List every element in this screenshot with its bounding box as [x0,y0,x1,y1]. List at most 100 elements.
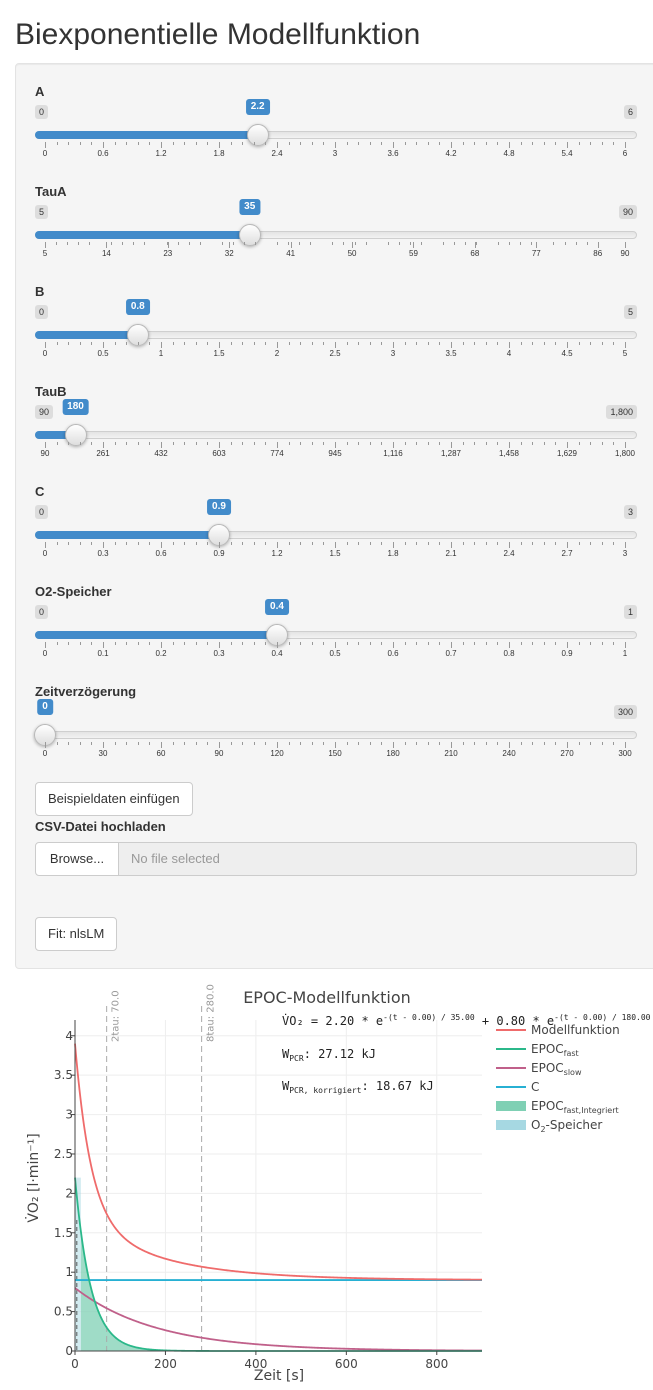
slider-minor-tick [520,742,522,745]
slider-minor-tick [300,442,302,445]
slider-minor-tick [149,742,151,745]
slider-minor-tick [172,642,174,645]
slider-minor-tick [311,342,313,345]
slider-minor-tick [288,742,290,745]
slider-track[interactable] [35,431,637,439]
slider-tick [393,142,394,148]
slider-minor-tick [358,142,360,145]
slider-minor-tick [601,642,603,645]
slider-tick-label: 50 [347,249,357,258]
slider-minor-tick [126,142,128,145]
slider-tick-label: 0 [42,349,48,358]
slider-tick-label: 120 [270,749,284,758]
slider-minor-tick [381,642,383,645]
slider-tick-label: 4 [506,349,512,358]
slider-minor-tick [265,642,267,645]
slider-minor-tick [253,642,255,645]
slider-tick-label: 60 [156,749,166,758]
browse-button[interactable]: Browse... [35,842,119,876]
slider-minor-tick [346,542,348,545]
slider-minor-tick [354,242,356,245]
slider-tick [219,442,220,448]
slider-minor-tick [601,142,603,145]
slider-minor-tick [91,442,93,445]
slider-value-label: 0 [37,699,53,715]
slider-tick [45,342,46,348]
slider-minor-tick [265,742,267,745]
slider-minor-tick [409,242,411,245]
slider-minor-tick [346,442,348,445]
slider-minor-tick [195,642,197,645]
slider-tick [45,542,46,548]
slider-minor-tick [172,442,174,445]
slider-track[interactable] [35,731,637,739]
slider-minor-tick [404,442,406,445]
slider-minor-tick [68,342,70,345]
csv-upload-group: Browse... No file selected [35,842,637,876]
slider-minor-tick [255,242,257,245]
slider-minor-tick [553,242,555,245]
slider-minor-tick [133,242,135,245]
slider-minor-tick [277,242,279,245]
slider-minor-tick [68,642,70,645]
slider-b: B 0 5 0.8 0 0.5 1 1.5 2 2.5 3 3.5 4 4.5 5 [35,284,637,370]
slider-minor-tick [184,442,186,445]
slider-max-label: 6 [623,105,637,119]
slider-minor-tick [439,742,441,745]
slider-minor-tick [114,342,116,345]
slider-tick-label: 261 [96,449,110,458]
slider-minor-tick [578,342,580,345]
slider-min-label: 5 [35,205,49,219]
slider-tick-label: 1.8 [213,149,225,158]
slider-minor-tick [427,542,429,545]
slider-minor-tick [265,442,267,445]
slider-minor-tick [311,442,313,445]
slider-minor-tick [564,242,566,245]
slider-tick [219,742,220,748]
fit-button[interactable]: Fit: nlsLM [35,917,118,951]
y-tick-label: 1.5 [54,1226,73,1240]
slider-minor-tick [172,542,174,545]
slider-minor-tick [68,542,70,545]
slider-minor-tick [531,242,533,245]
slider-min-label: 0 [35,505,49,519]
slider-minor-tick [369,542,371,545]
slider-minor-tick [265,342,267,345]
slider-tick-label: 3 [390,349,396,358]
file-name-field[interactable]: No file selected [118,842,637,876]
slider-tick [393,342,394,348]
slider-minor-tick [56,442,58,445]
slider-tick-label: 1,116 [383,449,403,458]
legend-item: C [531,1080,539,1094]
slider-minor-tick [207,142,209,145]
slider-taub: TauB 90 1,800 180 90 261 432 603 774 945 1,116 1,28… [35,384,637,470]
slider-minor-tick [242,342,244,345]
slider-minor-tick [253,342,255,345]
slider-a: A 0 6 2.2 0 0.6 1.2 1.8 2.4 3 3.6 4.2 4.8 5.4 6 [35,84,637,170]
slider-tick-label: 300 [618,749,632,758]
slider-min-label: 0 [35,305,49,319]
slider-tick [625,542,626,548]
slider-minor-tick [520,442,522,445]
sidebar-panel: A 0 6 2.2 0 0.6 1.2 1.8 2.4 3 3.6 4.2 4.8 5.4 6 TauA 5 90… [15,63,653,969]
slider-minor-tick [509,242,511,245]
slider-minor-tick [230,342,232,345]
slider-minor-tick [91,642,93,645]
slider-tick [277,742,278,748]
slider-minor-tick [253,442,255,445]
slider-tick-label: 2.1 [445,549,457,558]
slider-tick-label: 0.5 [329,649,341,658]
slider-max-label: 1,800 [606,405,637,419]
slider-tick [161,642,162,648]
slider-minor-tick [462,142,464,145]
slider-minor-tick [207,642,209,645]
slider-minor-tick [404,142,406,145]
slider-minor-tick [578,142,580,145]
slider-ticks: 0 0.6 1.2 1.8 2.4 3 3.6 4.2 4.8 5.4 6 [43,142,628,164]
slider-minor-tick [343,242,345,245]
example-data-button[interactable]: Beispieldaten einfügen [35,782,193,816]
slider-tick-label: 6 [622,149,628,158]
epoc-chart: 2tau: 70.0 8tau: 280.0 0 0.5 1 1.5 2 2.5 3 3.5 4 0 2… [0,978,653,1390]
slider-minor-tick [114,142,116,145]
slider-tick-label: 1,287 [440,449,462,458]
